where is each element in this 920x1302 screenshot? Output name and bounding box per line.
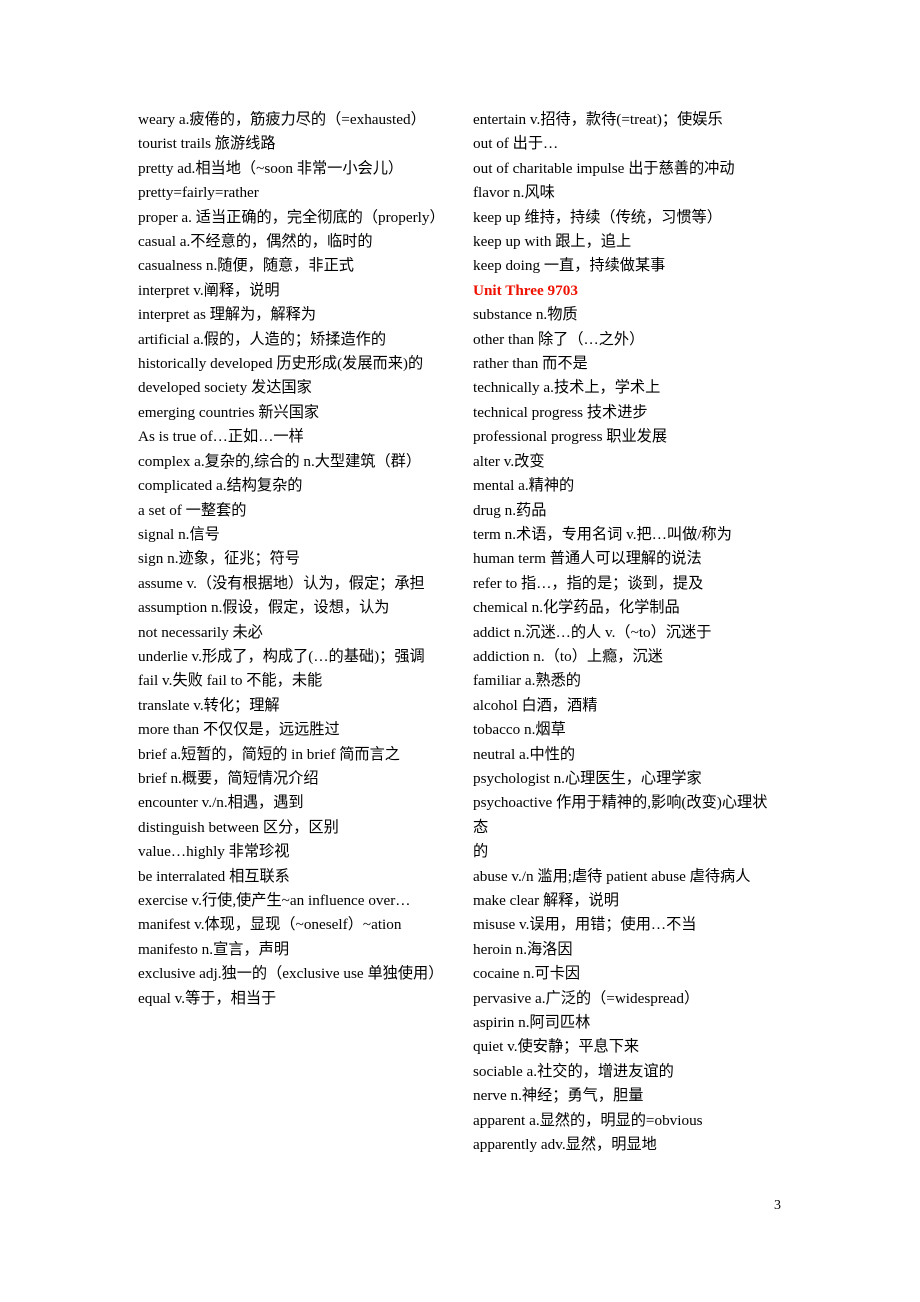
vocabulary-entry: underlie v.形成了，构成了(…的基础)；强调 xyxy=(138,647,425,665)
vocabulary-entry: developed society 发达国家 xyxy=(138,379,312,397)
vocabulary-entry: sociable a.社交的，增进友谊的 xyxy=(473,1062,674,1080)
vocabulary-entry: assumption n.假设，假定，设想，认为 xyxy=(138,599,390,617)
vocabulary-entry: tourist trails 旅游线路 xyxy=(138,135,276,153)
vocabulary-entry: weary a.疲倦的，筋疲力尽的（=exhausted） xyxy=(138,111,426,128)
vocabulary-entry: technically a.技术上，学术上 xyxy=(473,379,661,397)
vocabulary-entry: value…highly 非常珍视 xyxy=(138,843,290,861)
vocabulary-entry: misuse v.误用，用错；使用…不当 xyxy=(473,916,697,934)
vocabulary-column-right: entertain v.招待，款待(=treat)；使娱乐 out of 出于… o… xyxy=(473,108,775,1157)
vocabulary-entry: entertain v.招待，款待(=treat)；使娱乐 xyxy=(473,111,723,128)
vocabulary-entry: tobacco n.烟草 xyxy=(473,721,566,739)
vocabulary-entry: human term 普通人可以理解的说法 xyxy=(473,550,702,568)
vocabulary-entry: keep up with 跟上，追上 xyxy=(473,233,632,251)
two-column-body: weary a.疲倦的，筋疲力尽的（=exhausted） tourist tra… xyxy=(138,108,782,1157)
vocabulary-entry: manifesto n.宣言，声明 xyxy=(138,940,290,958)
vocabulary-entry: cocaine n.可卡因 xyxy=(473,965,581,983)
vocabulary-entry: complex a.复杂的,综合的 n.大型建筑（群） xyxy=(138,452,422,470)
vocabulary-entry: brief n.概要，简短情况介绍 xyxy=(138,769,319,787)
document-page: weary a.疲倦的，筋疲力尽的（=exhausted） tourist tra… xyxy=(0,0,920,1302)
unit-heading: Unit Three 9703 xyxy=(473,281,578,299)
vocabulary-entry: drug n.药品 xyxy=(473,501,547,519)
vocabulary-entry: fail v.失败 fail to 不能，未能 xyxy=(138,672,323,690)
vocabulary-entry: casual a.不经意的，偶然的，临时的 xyxy=(138,233,373,251)
vocabulary-entry: interpret as 理解为，解释为 xyxy=(138,306,317,324)
vocabulary-entry: translate v.转化；理解 xyxy=(138,696,280,714)
vocabulary-entry: exercise v.行使,使产生~an influence over… xyxy=(138,892,411,909)
vocabulary-entry: quiet v.使安静；平息下来 xyxy=(473,1038,640,1056)
vocabulary-entry: pervasive a.广泛的（=widespread） xyxy=(473,989,700,1007)
vocabulary-entry: mental a.精神的 xyxy=(473,477,575,495)
vocabulary-entry: keep doing 一直，持续做某事 xyxy=(473,257,666,275)
vocabulary-entry: signal n.信号 xyxy=(138,525,220,543)
vocabulary-entry: out of 出于… xyxy=(473,135,559,153)
vocabulary-entry: 的 xyxy=(473,843,489,861)
vocabulary-entry: interpret v.阐释，说明 xyxy=(138,281,280,299)
vocabulary-entry: pretty=fairly=rather xyxy=(138,184,259,202)
vocabulary-entry: manifest v.体现，显现（~oneself）~ation xyxy=(138,916,402,934)
vocabulary-entry: substance n.物质 xyxy=(473,306,578,324)
vocabulary-entry: distinguish between 区分，区别 xyxy=(138,818,339,836)
vocabulary-entry: addiction n.（to）上瘾，沉迷 xyxy=(473,647,663,665)
vocabulary-entry: aspirin n.阿司匹林 xyxy=(473,1014,591,1032)
vocabulary-entry: assume v.（没有根据地）认为，假定；承担 xyxy=(138,574,425,592)
vocabulary-column-left: weary a.疲倦的，筋疲力尽的（=exhausted） tourist tra… xyxy=(138,108,445,1157)
vocabulary-entry: be interralated 相互联系 xyxy=(138,867,290,885)
vocabulary-entry: alter v.改变 xyxy=(473,452,545,470)
vocabulary-entry: refer to 指…，指的是；谈到，提及 xyxy=(473,574,704,592)
vocabulary-entry: addict n.沉迷…的人 v.（~to）沉迷于 xyxy=(473,623,712,641)
vocabulary-entry: make clear 解释，说明 xyxy=(473,892,619,909)
vocabulary-entry: As is true of…正如…一样 xyxy=(138,428,304,446)
vocabulary-entry: apparent a.显然的，明显的=obvious xyxy=(473,1111,703,1129)
vocabulary-entry: historically developed 历史形成(发展而来)的 xyxy=(138,355,424,373)
vocabulary-entry: casualness n.随便，随意，非正式 xyxy=(138,257,354,275)
vocabulary-entry: equal v.等于，相当于 xyxy=(138,989,277,1007)
vocabulary-entry: proper a. 适当正确的，完全彻底的（properly） xyxy=(138,208,445,226)
vocabulary-entry: term n.术语，专用名词 v.把…叫做/称为 xyxy=(473,525,732,543)
vocabulary-entry: artificial a.假的，人造的；矫揉造作的 xyxy=(138,330,387,348)
vocabulary-entry: keep up 维持，持续（传统，习惯等） xyxy=(473,208,722,226)
vocabulary-entry: chemical n.化学药品，化学制品 xyxy=(473,599,680,617)
vocabulary-entry: heroin n.海洛因 xyxy=(473,940,573,958)
vocabulary-entry: more than 不仅仅是，远远胜过 xyxy=(138,721,340,739)
vocabulary-entry: abuse v./n 滥用;虐待 patient abuse 虐待病人 xyxy=(473,867,751,885)
vocabulary-entry: other than 除了（…之外） xyxy=(473,330,645,348)
page-number: 3 xyxy=(774,1198,781,1213)
vocabulary-entry: apparently adv.显然，明显地 xyxy=(473,1136,657,1154)
vocabulary-entry: complicated a.结构复杂的 xyxy=(138,477,303,495)
vocabulary-entry: nerve n.神经；勇气，胆量 xyxy=(473,1087,644,1105)
vocabulary-entry: rather than 而不是 xyxy=(473,355,588,373)
vocabulary-entry: technical progress 技术进步 xyxy=(473,403,648,421)
vocabulary-entry: emerging countries 新兴国家 xyxy=(138,403,320,421)
vocabulary-entry: sign n.迹象，征兆；符号 xyxy=(138,550,301,568)
vocabulary-entry: psychologist n.心理医生，心理学家 xyxy=(473,769,702,787)
vocabulary-entry: psychoactive 作用于精神的,影响(改变)心理状态 xyxy=(473,794,768,836)
vocabulary-entry: pretty ad.相当地（~soon 非常一小会儿） xyxy=(138,159,404,177)
vocabulary-entry: flavor n.风味 xyxy=(473,184,555,202)
vocabulary-entry: neutral a.中性的 xyxy=(473,745,576,763)
vocabulary-entry: familiar a.熟悉的 xyxy=(473,672,581,690)
vocabulary-entry: out of charitable impulse 出于慈善的冲动 xyxy=(473,159,735,177)
vocabulary-entry: brief a.短暂的，简短的 in brief 简而言之 xyxy=(138,745,400,763)
vocabulary-entry: not necessarily 未必 xyxy=(138,623,263,641)
vocabulary-entry: exclusive adj.独一的（exclusive use 单独使用） xyxy=(138,965,444,983)
vocabulary-entry: alcohol 白酒，酒精 xyxy=(473,696,598,714)
vocabulary-entry: a set of 一整套的 xyxy=(138,501,247,519)
vocabulary-entry: encounter v./n.相遇，遇到 xyxy=(138,794,304,812)
vocabulary-entry: professional progress 职业发展 xyxy=(473,428,668,446)
